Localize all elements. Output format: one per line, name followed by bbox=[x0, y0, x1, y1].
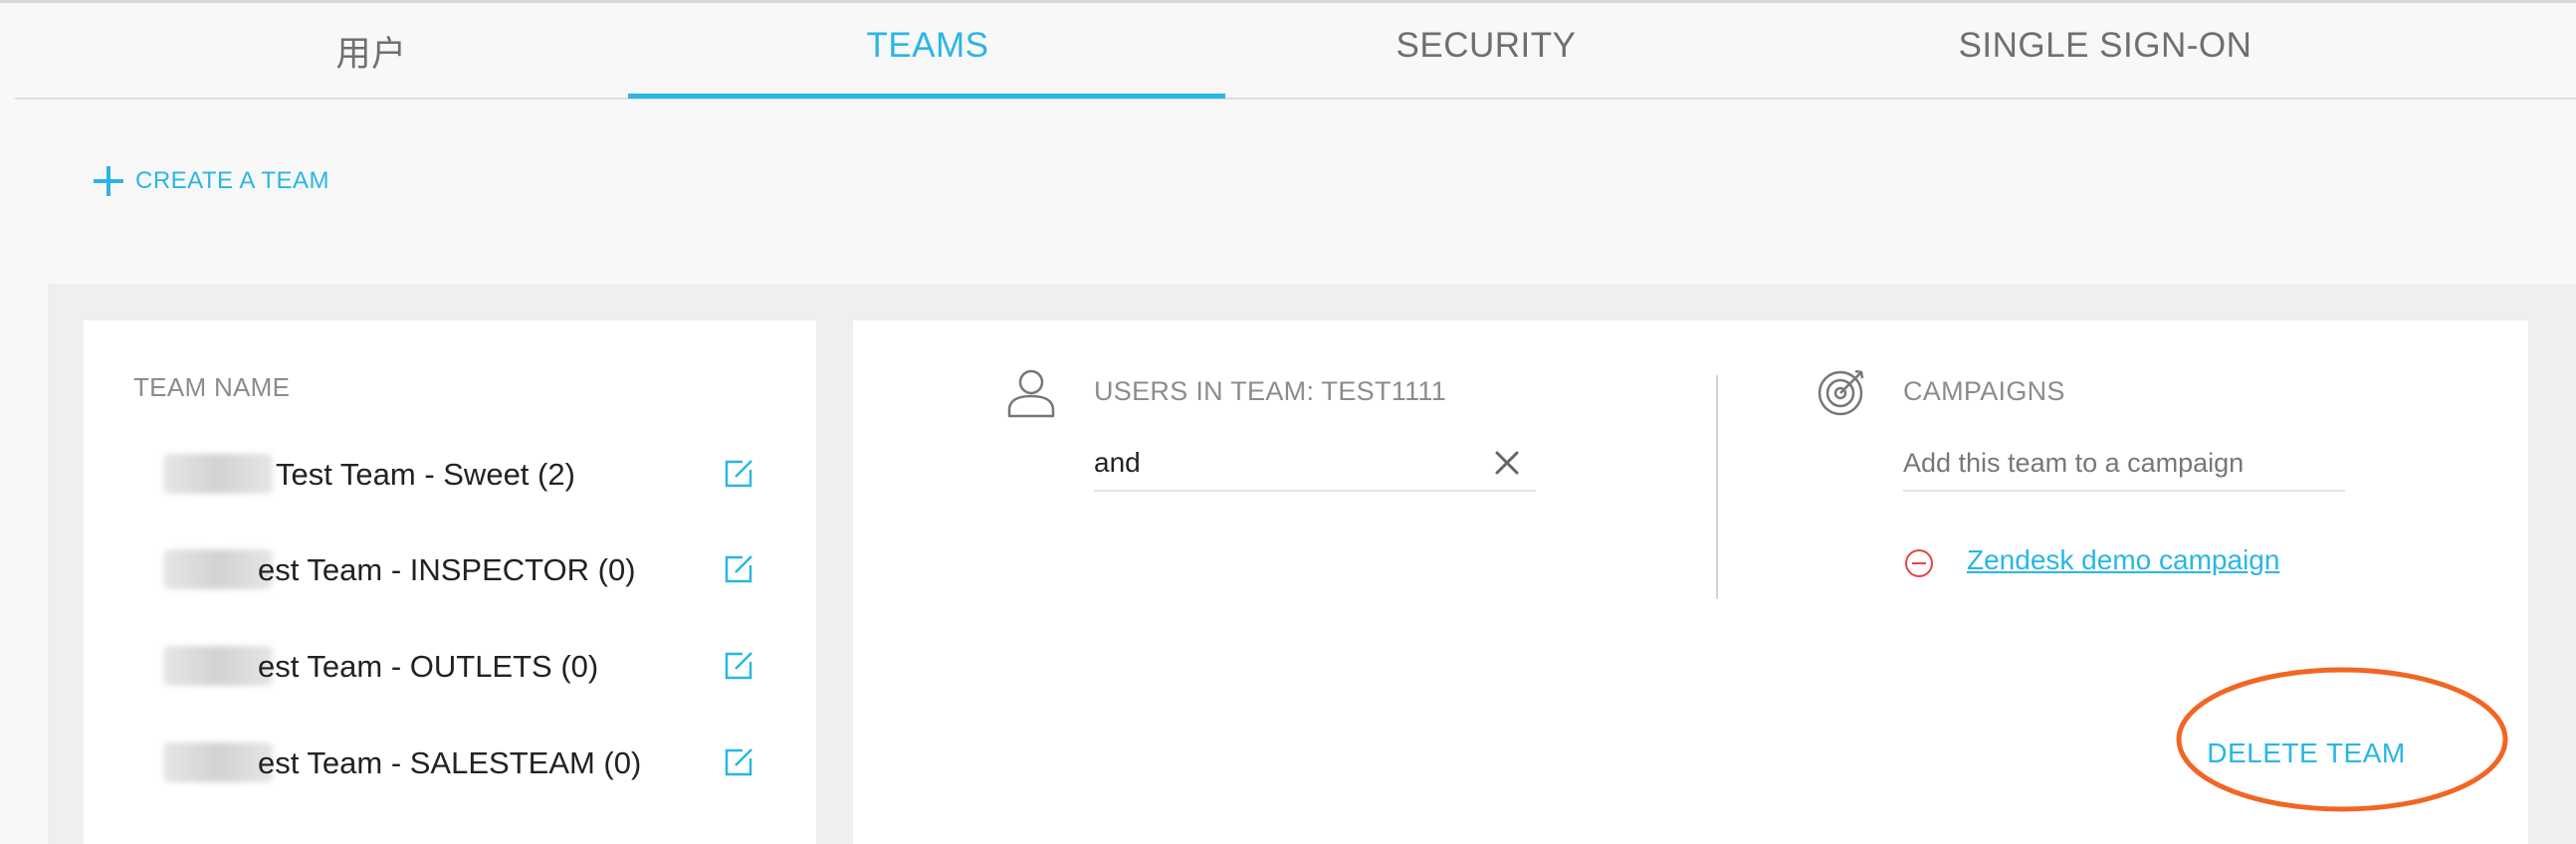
user-search-input[interactable] bbox=[1094, 440, 1472, 486]
redacted-text bbox=[163, 742, 273, 782]
edit-icon[interactable] bbox=[721, 551, 756, 587]
tab-bar: 用户 TEAMS SECURITY SINGLE SIGN-ON bbox=[15, 0, 2576, 100]
team-name-column-header: TEAM NAME bbox=[133, 372, 291, 402]
campaigns-title: CAMPAIGNS bbox=[1903, 376, 2065, 406]
tab-single-sign-on[interactable]: SINGLE SIGN-ON bbox=[1807, 26, 2404, 66]
tab-users[interactable]: 用户 bbox=[73, 26, 670, 77]
team-detail-panel: USERS IN TEAM: TEST1111 CAMPAIGNS Zendes… bbox=[853, 320, 2528, 844]
user-search-field bbox=[1094, 440, 1536, 492]
campaign-link[interactable]: Zendesk demo campaign bbox=[1967, 544, 2279, 576]
edit-icon[interactable] bbox=[721, 456, 756, 492]
redacted-text bbox=[163, 549, 273, 589]
tab-teams[interactable]: TEAMS bbox=[629, 26, 1226, 66]
edit-icon[interactable] bbox=[721, 744, 756, 780]
users-in-team-title: USERS IN TEAM: TEST1111 bbox=[1094, 376, 1447, 406]
create-team-button[interactable]: CREATE A TEAM bbox=[94, 161, 329, 201]
add-campaign-field bbox=[1903, 440, 2345, 492]
redacted-text bbox=[163, 454, 273, 494]
create-team-label: CREATE A TEAM bbox=[135, 167, 329, 194]
plus-icon bbox=[94, 166, 123, 196]
team-name: Test Team - Sweet (2) bbox=[276, 457, 575, 492]
active-tab-indicator bbox=[628, 94, 1225, 99]
team-row[interactable]: est Team - OUTLETS (0) bbox=[84, 626, 816, 706]
delete-team-button[interactable]: DELETE TEAM bbox=[2187, 729, 2426, 778]
target-icon bbox=[1818, 369, 1864, 416]
redacted-text bbox=[163, 646, 273, 686]
edit-icon[interactable] bbox=[721, 648, 756, 684]
team-name: est Team - OUTLETS (0) bbox=[258, 649, 599, 684]
tab-security[interactable]: SECURITY bbox=[1187, 26, 1785, 66]
add-campaign-input[interactable] bbox=[1903, 440, 2341, 486]
close-icon[interactable] bbox=[1490, 446, 1524, 480]
team-name: est Team - SALESTEAM (0) bbox=[258, 745, 642, 780]
section-divider bbox=[1716, 375, 1718, 599]
team-row[interactable]: Test Team - Sweet (2) bbox=[84, 434, 816, 514]
team-list-panel: TEAM NAME Test Team - Sweet (2) est Team… bbox=[84, 320, 816, 844]
team-name: est Team - INSPECTOR (0) bbox=[258, 552, 636, 587]
team-row[interactable]: est Team - INSPECTOR (0) bbox=[84, 529, 816, 609]
team-row[interactable]: est Team - SALESTEAM (0) bbox=[84, 723, 816, 802]
remove-campaign-icon[interactable] bbox=[1903, 547, 1935, 579]
user-icon bbox=[1007, 369, 1055, 418]
